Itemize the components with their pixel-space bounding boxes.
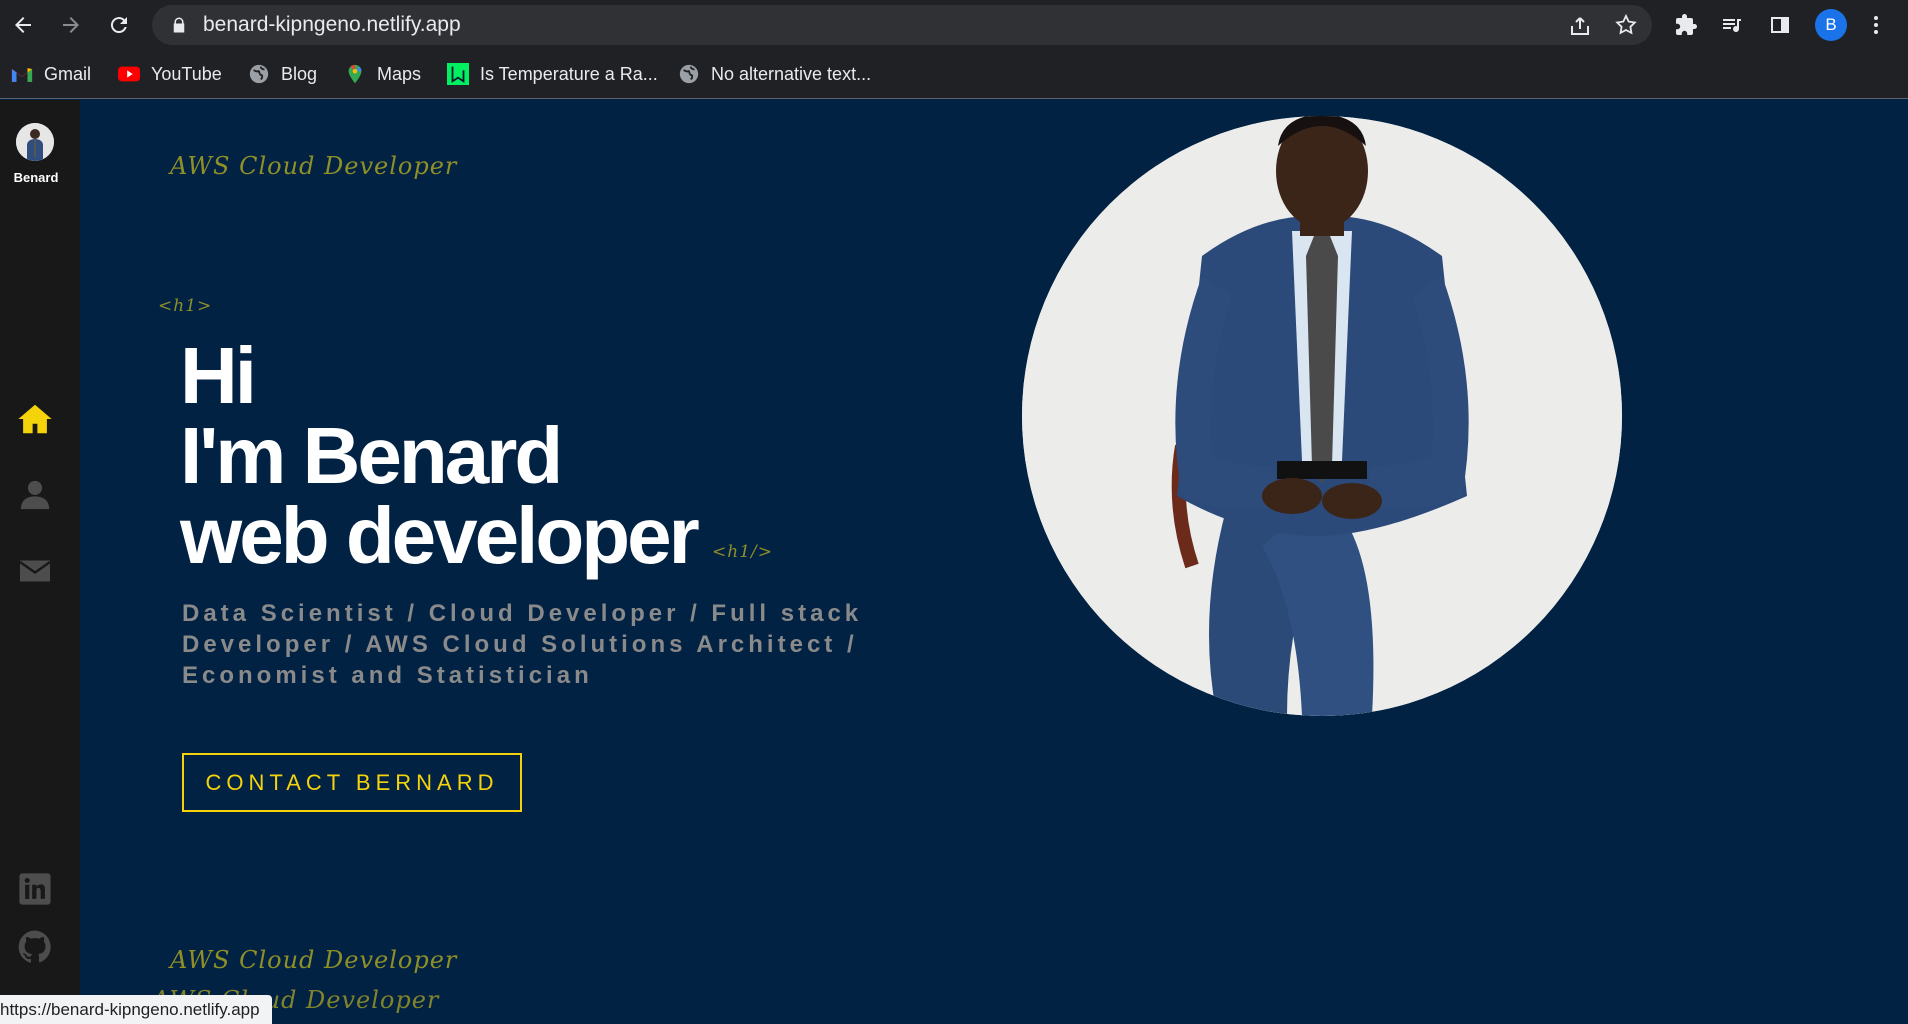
nav-contact[interactable] <box>16 552 54 590</box>
youtube-icon <box>118 63 140 85</box>
bookmark-gmail[interactable]: Gmail <box>11 60 91 88</box>
url-text: benard-kipngeno.netlify.app <box>203 13 461 36</box>
bookmark-no-alt-text[interactable]: No alternative text... <box>678 60 871 88</box>
user-icon <box>20 480 50 510</box>
script-tag-bottom: AWS Cloud Developer <box>170 946 458 974</box>
bookmark-star-icon[interactable] <box>1614 13 1638 37</box>
address-bar[interactable]: benard-kipngeno.netlify.app <box>152 5 1652 45</box>
hero-line-role: web developer <box>180 491 700 580</box>
bookmarks-bar: Gmail YouTube Blog Maps Is Temperature a… <box>0 50 1908 99</box>
nav-about[interactable] <box>16 476 54 514</box>
bookmark-label: Maps <box>377 63 422 84</box>
github-icon <box>18 930 51 963</box>
portrait-illustration <box>1022 116 1622 716</box>
profile-avatar[interactable]: B <box>1815 9 1847 41</box>
bookmark-label: Gmail <box>44 63 92 84</box>
browser-toolbar: benard-kipngeno.netlify.app B <box>0 0 1908 50</box>
hero-section: AWS Cloud Developer <h1> Hi I'm Benard w… <box>80 100 1908 1024</box>
bookmark-youtube[interactable]: YouTube <box>118 60 222 88</box>
gmail-icon <box>11 63 33 85</box>
brand-name: Benard <box>13 170 59 185</box>
bookmark-blog[interactable]: Blog <box>248 60 317 88</box>
linkedin-icon <box>19 873 51 905</box>
more-vertical-icon <box>1874 16 1878 34</box>
puzzle-icon <box>1676 14 1697 35</box>
linkedin-link[interactable] <box>16 870 54 908</box>
site-sidebar: Benard <box>0 100 80 1024</box>
bookmark-datacamp[interactable]: Is Temperature a Ra... <box>447 60 658 88</box>
back-button[interactable] <box>6 8 40 42</box>
hero-subtitle: Data Scientist / Cloud Developer / Full … <box>182 600 863 689</box>
reload-icon <box>110 17 127 34</box>
hero-line-name: I'm Benard <box>180 411 563 500</box>
script-tag-top: AWS Cloud Developer <box>170 152 458 180</box>
status-bar-url: https://benard-kipngeno.netlify.app <box>0 995 272 1024</box>
home-icon <box>18 404 52 434</box>
arrow-right-icon <box>63 17 79 33</box>
bookmark-label: No alternative text... <box>711 63 872 84</box>
contact-button[interactable]: CONTACT BERNARD <box>182 753 522 812</box>
lock-icon <box>173 17 185 33</box>
side-panel-button[interactable] <box>1766 11 1794 39</box>
maps-icon <box>344 63 366 85</box>
menu-button[interactable] <box>1862 11 1890 39</box>
bookmark-maps[interactable]: Maps <box>344 60 421 88</box>
side-panel-icon <box>1771 17 1789 33</box>
h1-open-tag: <h1> <box>158 296 213 316</box>
h1-close-tag: <h1/> <box>712 542 773 562</box>
avatar[interactable] <box>16 123 54 161</box>
reload-button[interactable] <box>102 8 136 42</box>
nav-home[interactable] <box>16 400 54 438</box>
github-link[interactable] <box>16 928 54 966</box>
media-control-button[interactable] <box>1718 11 1746 39</box>
datacamp-icon <box>447 63 469 85</box>
globe-icon <box>678 63 700 85</box>
hero-line-hi: Hi <box>180 331 257 420</box>
bookmark-label: YouTube <box>151 63 222 84</box>
globe-icon <box>248 63 270 85</box>
forward-button[interactable] <box>54 8 88 42</box>
playlist-icon <box>1723 19 1741 33</box>
bookmark-label: Blog <box>281 63 318 84</box>
arrow-left-icon <box>15 17 31 33</box>
bookmark-label: Is Temperature a Ra... <box>480 63 658 84</box>
hero-title: Hi I'm Benard web developer <box>180 331 700 580</box>
share-icon[interactable] <box>1568 14 1592 38</box>
envelope-icon <box>19 560 51 582</box>
extensions-button[interactable] <box>1672 11 1700 39</box>
profile-portrait <box>1022 116 1622 716</box>
